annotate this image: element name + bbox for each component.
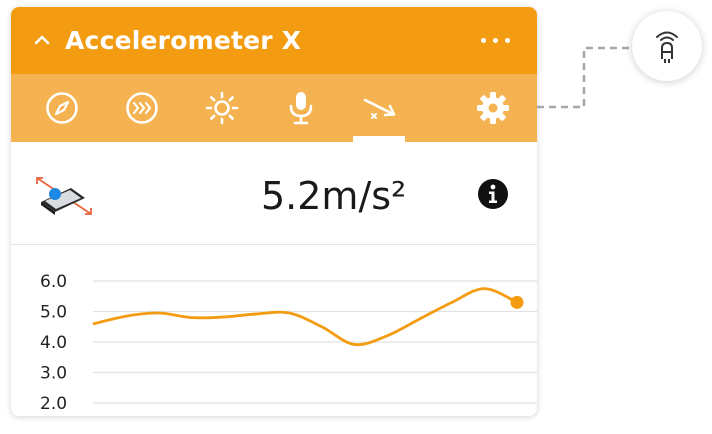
more-options-icon[interactable] [479, 33, 513, 47]
sensor-reading-row: 5.2m/s² [11, 142, 537, 245]
fast-forward-icon[interactable] [122, 88, 162, 128]
y-tick-label: 4.0 [40, 333, 67, 353]
phone-tilt-icon [36, 177, 92, 215]
widget-header: Accelerometer X [11, 7, 537, 74]
compass-icon[interactable] [42, 88, 82, 128]
sensor-line-chart: 6.0 5.0 4.0 3.0 2.0 [40, 272, 537, 414]
y-tick-label: 2.0 [40, 394, 67, 414]
info-icon[interactable] [477, 178, 509, 210]
acceleration-icon[interactable] [361, 88, 401, 128]
bluetooth-sensor-button[interactable] [632, 11, 702, 81]
series-line [92, 287, 519, 347]
y-tick-label: 6.0 [40, 272, 67, 292]
y-tick-label: 3.0 [40, 364, 67, 384]
sensor-value: 5.2m/s² [261, 174, 407, 218]
latest-point [510, 295, 524, 309]
widget-title: Accelerometer X [65, 26, 302, 55]
sensor-toolbar [11, 74, 537, 142]
sensor-widget: Accelerometer X 5.2m/s² 6.0 5.0 4.0 3.0 … [11, 7, 537, 416]
y-tick-label: 5.0 [40, 303, 67, 323]
gear-icon[interactable] [473, 88, 513, 128]
bluetooth-sensor-icon [656, 31, 678, 63]
chevron-up-icon[interactable] [33, 31, 51, 49]
sun-icon[interactable] [202, 88, 242, 128]
microphone-icon[interactable] [281, 88, 321, 128]
